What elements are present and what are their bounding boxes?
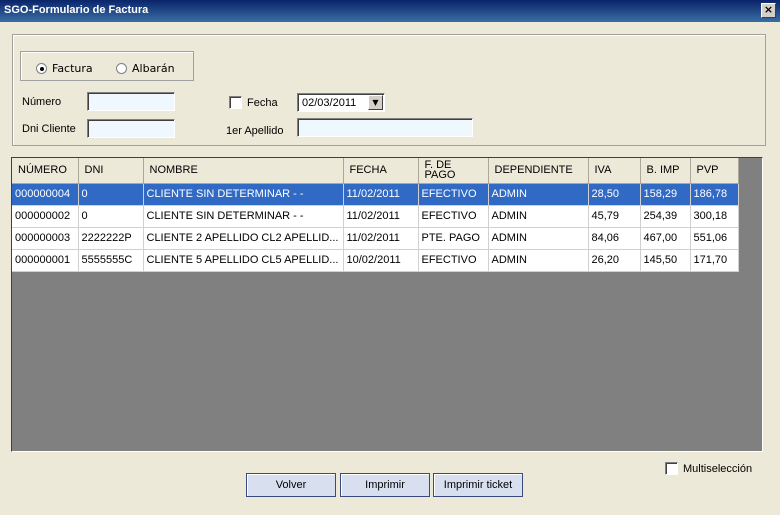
col-header-forma-pago[interactable]: F. DE PAGO — [418, 158, 489, 184]
cell-forma-pago: EFECTIVO — [418, 205, 489, 228]
col-header-dependiente[interactable]: DEPENDIENTE — [488, 158, 589, 184]
cell-numero: 000000001 — [12, 249, 79, 272]
cell-nombre: CLIENTE SIN DETERMINAR - - — [143, 183, 344, 206]
col-header-dni[interactable]: DNI — [78, 158, 144, 184]
cell-forma-pago: EFECTIVO — [418, 183, 489, 206]
cell-base-imponible: 467,00 — [640, 227, 691, 250]
cell-numero: 000000004 — [12, 183, 79, 206]
cell-fecha: 10/02/2011 — [343, 249, 419, 272]
cell-iva: 26,20 — [588, 249, 641, 272]
cell-fecha: 11/02/2011 — [343, 227, 419, 250]
col-header-pvp[interactable]: PVP — [690, 158, 739, 184]
cell-dependiente: ADMIN — [488, 205, 589, 228]
chevron-down-icon[interactable]: ▼ — [368, 95, 383, 110]
table-row[interactable]: 000000001 5555555C CLIENTE 5 APELLIDO CL… — [12, 249, 739, 272]
radio-albaran[interactable]: Albarán — [116, 62, 175, 75]
cell-numero: 000000002 — [12, 205, 79, 228]
table-row[interactable]: 000000002 0 CLIENTE SIN DETERMINAR - - 1… — [12, 205, 739, 228]
col-header-iva[interactable]: IVA — [588, 158, 641, 184]
cell-forma-pago: EFECTIVO — [418, 249, 489, 272]
imprimir-ticket-button[interactable]: Imprimir ticket — [433, 473, 523, 497]
cell-fecha: 11/02/2011 — [343, 205, 419, 228]
cell-nombre: CLIENTE SIN DETERMINAR - - — [143, 205, 344, 228]
imprimir-button[interactable]: Imprimir — [340, 473, 430, 497]
apellido-label: 1er Apellido — [226, 125, 284, 137]
multiseleccion-label: Multiselección — [683, 463, 753, 475]
invoice-grid[interactable]: NÚMERO DNI NOMBRE FECHA F. DE PAGO DEPEN… — [11, 157, 763, 452]
cell-forma-pago: PTE. PAGO — [418, 227, 489, 250]
cell-nombre: CLIENTE 5 APELLIDO CL5 APELLID... — [143, 249, 344, 272]
window-title: SGO-Formulario de Factura — [4, 4, 149, 16]
cell-iva: 84,06 — [588, 227, 641, 250]
cell-pvp: 171,70 — [690, 249, 739, 272]
radio-factura-label: Factura — [52, 62, 93, 75]
multiseleccion-checkbox[interactable] — [665, 462, 678, 475]
cell-pvp: 551,06 — [690, 227, 739, 250]
invoice-table: NÚMERO DNI NOMBRE FECHA F. DE PAGO DEPEN… — [12, 158, 739, 272]
cell-pvp: 186,78 — [690, 183, 739, 206]
cell-dni: 0 — [78, 183, 144, 206]
col-header-numero[interactable]: NÚMERO — [12, 158, 79, 184]
cell-dni: 0 — [78, 205, 144, 228]
cell-dependiente: ADMIN — [488, 227, 589, 250]
fecha-label: Fecha — [247, 97, 278, 109]
numero-input[interactable] — [87, 92, 175, 111]
cell-dni: 5555555C — [78, 249, 144, 272]
cell-nombre: CLIENTE 2 APELLIDO CL2 APELLID... — [143, 227, 344, 250]
fecha-checkbox[interactable] — [229, 96, 242, 109]
numero-label: Número — [22, 96, 62, 108]
cell-dependiente: ADMIN — [488, 183, 589, 206]
cell-pvp: 300,18 — [690, 205, 739, 228]
col-header-nombre[interactable]: NOMBRE — [143, 158, 344, 184]
table-header: NÚMERO DNI NOMBRE FECHA F. DE PAGO DEPEN… — [12, 158, 739, 184]
cell-base-imponible: 158,29 — [640, 183, 691, 206]
fecha-select-value: 02/03/2011 — [302, 97, 357, 109]
cell-base-imponible: 254,39 — [640, 205, 691, 228]
volver-button[interactable]: Volver — [246, 473, 336, 497]
col-header-base-imponible[interactable]: B. IMP — [640, 158, 691, 184]
col-header-fecha[interactable]: FECHA — [343, 158, 419, 184]
cell-dependiente: ADMIN — [488, 249, 589, 272]
dni-label: Dni Cliente — [22, 123, 76, 135]
cell-dni: 2222222P — [78, 227, 144, 250]
radio-factura-dot[interactable] — [36, 63, 47, 74]
radio-factura[interactable]: Factura — [36, 62, 93, 75]
cell-base-imponible: 145,50 — [640, 249, 691, 272]
fecha-select[interactable]: 02/03/2011 ▼ — [297, 93, 385, 112]
radio-albaran-label: Albarán — [132, 62, 175, 75]
radio-albaran-dot[interactable] — [116, 63, 127, 74]
dni-input[interactable] — [87, 119, 175, 138]
table-row[interactable]: 000000003 2222222P CLIENTE 2 APELLIDO CL… — [12, 227, 739, 250]
cell-numero: 000000003 — [12, 227, 79, 250]
table-row[interactable]: 000000004 0 CLIENTE SIN DETERMINAR - - 1… — [12, 183, 739, 206]
cell-fecha: 11/02/2011 — [343, 183, 419, 206]
apellido-input[interactable] — [297, 118, 473, 137]
cell-iva: 28,50 — [588, 183, 641, 206]
cell-iva: 45,79 — [588, 205, 641, 228]
title-bar: SGO-Formulario de Factura × — [0, 0, 780, 22]
close-button[interactable]: × — [761, 3, 776, 18]
